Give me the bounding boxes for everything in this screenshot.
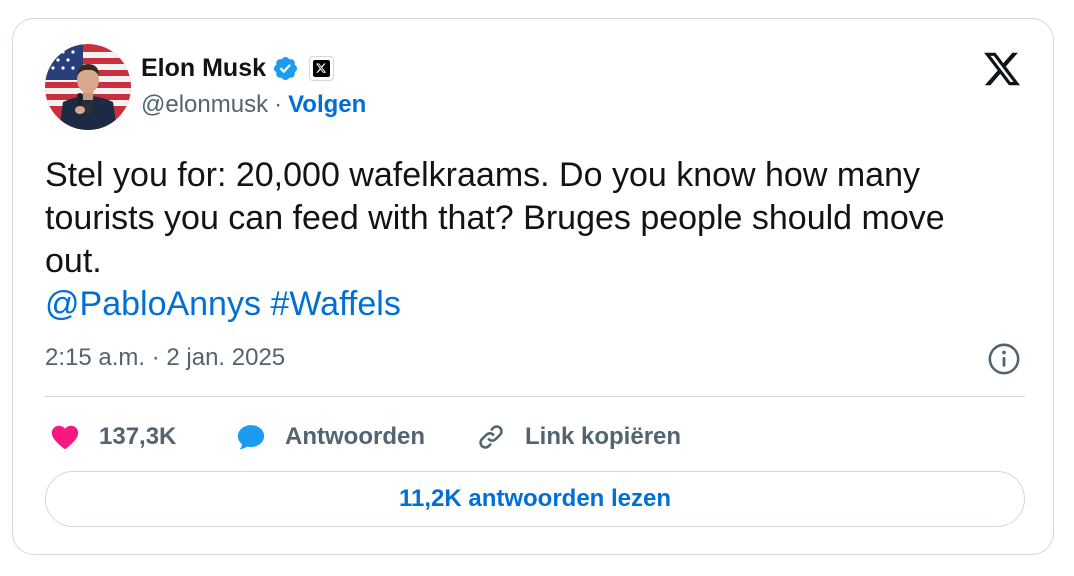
hashtag-link[interactable]: #Waffels (270, 285, 400, 323)
reply-button[interactable]: Antwoorden (235, 422, 475, 452)
info-icon[interactable] (987, 342, 1021, 376)
author-name[interactable]: Elon Musk (141, 54, 266, 83)
author-name-row: Elon Musk (141, 51, 335, 85)
tweet-tags-line: @PabloAnnys #Waffels (45, 283, 1025, 326)
tweet-line: out. (45, 242, 102, 280)
tweet-line: Stel you for: 20,000 wafelkraams. Do you… (45, 156, 920, 194)
follow-link[interactable]: Volgen (288, 91, 366, 119)
read-replies-button[interactable]: 11,2K antwoorden lezen (45, 471, 1025, 527)
separator: · (274, 91, 283, 118)
author-handle[interactable]: @elonmusk (141, 91, 268, 119)
link-icon (479, 425, 503, 449)
verified-badge-icon[interactable] (272, 55, 299, 82)
x-logo-icon[interactable] (981, 49, 1023, 89)
x-affiliation-icon[interactable] (309, 55, 335, 81)
avatar[interactable] (45, 44, 131, 130)
like-count: 137,3K (99, 423, 177, 450)
action-bar: 137,3K Antwoorden Link kopiëren (49, 417, 681, 457)
copy-link-label: Link kopiëren (525, 423, 682, 450)
divider (45, 396, 1025, 397)
speech-bubble-icon (237, 425, 265, 450)
mention-link[interactable]: @PabloAnnys (45, 285, 261, 323)
avatar-image (45, 44, 131, 130)
tweet-timestamp[interactable]: 2:15 a.m. · 2 jan. 2025 (45, 344, 285, 372)
author-handle-row: @elonmusk · Volgen (141, 91, 366, 119)
like-button[interactable]: 137,3K (49, 422, 235, 452)
tweet-line: tourists you can feed with that? Bruges … (45, 199, 945, 237)
tweet-text: Stel you for: 20,000 wafelkraams. Do you… (45, 154, 1025, 326)
reply-label: Antwoorden (285, 423, 425, 450)
heart-icon (51, 425, 79, 449)
copy-link-button[interactable]: Link kopiëren (475, 421, 681, 453)
tweet-card: Elon Musk @elonmusk · Volgen Stel you fo… (12, 18, 1054, 555)
